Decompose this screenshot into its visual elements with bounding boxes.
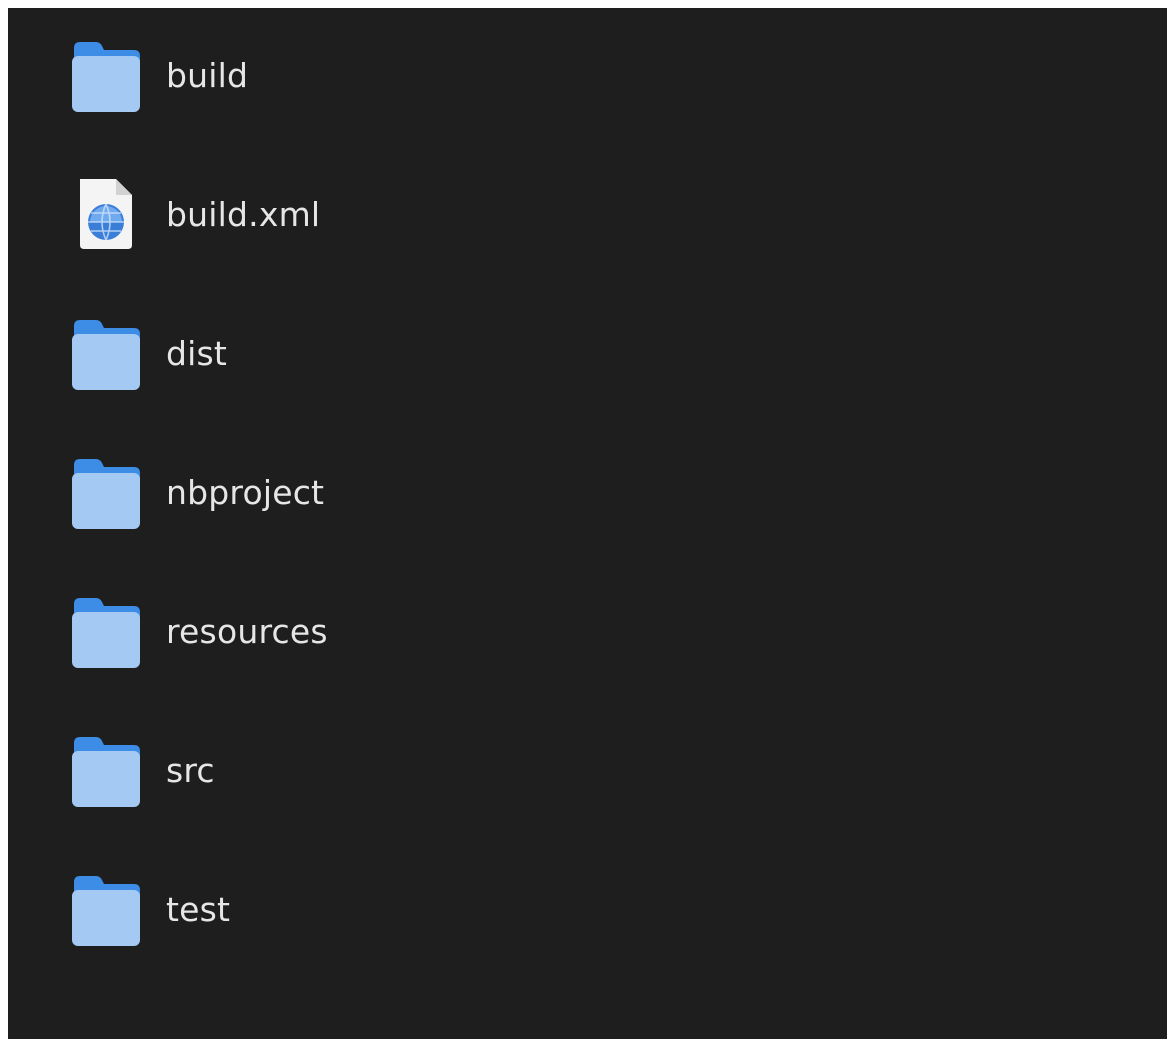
folder-icon bbox=[70, 735, 142, 809]
list-item-build-xml[interactable]: build.xml bbox=[8, 147, 1167, 286]
file-name: nbproject bbox=[166, 473, 325, 512]
file-name: dist bbox=[166, 334, 228, 373]
list-item-src[interactable]: src bbox=[8, 703, 1167, 842]
list-item-build[interactable]: build bbox=[8, 8, 1167, 147]
folder-icon bbox=[70, 874, 142, 948]
xml-file-icon bbox=[70, 177, 142, 251]
list-item-test[interactable]: test bbox=[8, 842, 1167, 981]
list-item-dist[interactable]: dist bbox=[8, 286, 1167, 425]
folder-icon bbox=[70, 318, 142, 392]
list-item-nbproject[interactable]: nbproject bbox=[8, 425, 1167, 564]
folder-icon bbox=[70, 40, 142, 114]
file-name: test bbox=[166, 890, 231, 929]
file-name: build.xml bbox=[166, 195, 321, 234]
file-name: resources bbox=[166, 612, 328, 651]
file-name: build bbox=[166, 56, 249, 95]
file-browser-panel: build build.xml dist nbproject resources… bbox=[8, 8, 1167, 1039]
list-item-resources[interactable]: resources bbox=[8, 564, 1167, 703]
file-name: src bbox=[166, 751, 215, 790]
folder-icon bbox=[70, 596, 142, 670]
folder-icon bbox=[70, 457, 142, 531]
